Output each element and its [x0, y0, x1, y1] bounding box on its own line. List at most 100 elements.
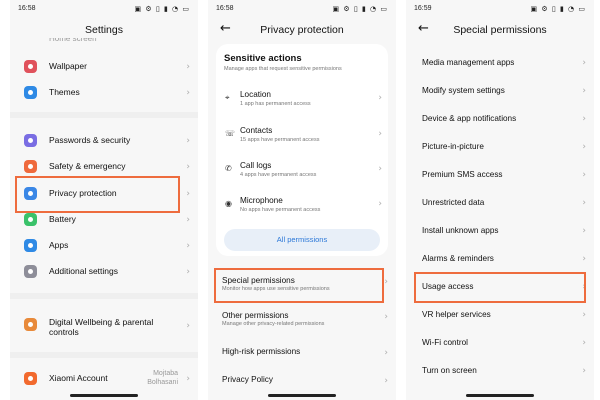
- perm-microphone[interactable]: ◉ Microphone No apps have permanent acce…: [216, 196, 388, 226]
- special-item-vr-helper[interactable]: VR helper services ›: [406, 302, 594, 330]
- special-item-unrestricted-data[interactable]: Unrestricted data ›: [406, 190, 594, 218]
- settings-item-wallpaper[interactable]: Wallpaper ›: [16, 54, 198, 80]
- row-title: Other permissions: [222, 311, 289, 320]
- scrolled-item-partial[interactable]: Home screen: [49, 38, 97, 43]
- row-other-permissions[interactable]: Other permissions Manage other privacy-r…: [208, 308, 396, 338]
- header: Settings: [10, 20, 198, 40]
- settings-item-digital-wellbeing[interactable]: Digital Wellbeing & parental controls ›: [16, 310, 198, 342]
- card-title: Sensitive actions: [224, 53, 302, 64]
- divider: [10, 352, 198, 358]
- apps-icon: [24, 239, 37, 252]
- perm-location[interactable]: ⌖ Location 1 app has permanent access ›: [216, 90, 388, 120]
- home-indicator[interactable]: [466, 394, 534, 397]
- item-label: Additional settings: [49, 266, 118, 276]
- settings-item-additional[interactable]: Additional settings ›: [16, 259, 198, 285]
- contacts-icon: ☏: [225, 129, 236, 138]
- chevron-right-icon: ›: [186, 374, 190, 384]
- settings-item-passwords[interactable]: Passwords & security ›: [16, 128, 198, 154]
- item-label: Media management apps: [422, 58, 515, 67]
- all-permissions-button[interactable]: All permissions: [224, 229, 380, 251]
- item-label: Install unknown apps: [422, 226, 499, 235]
- item-label: Apps: [49, 240, 69, 250]
- chevron-right-icon: ›: [582, 86, 586, 96]
- perm-subtitle: 4 apps have permanent access: [240, 172, 317, 178]
- chevron-right-icon: ›: [378, 199, 382, 209]
- special-item-alarms[interactable]: Alarms & reminders ›: [406, 246, 594, 274]
- header: ← Privacy protection: [208, 20, 396, 40]
- item-label: Themes: [49, 87, 80, 97]
- sensitive-actions-card: Sensitive actions Manage apps that reque…: [216, 44, 388, 256]
- status-time: 16:58: [216, 5, 234, 12]
- chevron-right-icon: ›: [582, 198, 586, 208]
- perm-contacts[interactable]: ☏ Contacts 15 apps have permanent access…: [216, 126, 388, 156]
- special-item-wifi-control[interactable]: Wi-Fi control ›: [406, 330, 594, 358]
- home-indicator[interactable]: [70, 394, 138, 397]
- settings-item-themes[interactable]: Themes ›: [16, 80, 198, 106]
- themes-icon: [24, 86, 37, 99]
- header: ← Special permissions: [406, 20, 594, 40]
- item-label: Battery: [49, 214, 76, 224]
- chevron-right-icon: ›: [384, 277, 388, 287]
- status-time: 16:58: [18, 5, 36, 12]
- special-item-media-management[interactable]: Media management apps ›: [406, 50, 594, 78]
- chevron-right-icon: ›: [186, 88, 190, 98]
- status-icons: ▣ ⚙ ▯ ▮ ◔ ▭: [332, 5, 388, 13]
- chevron-right-icon: ›: [378, 93, 382, 103]
- item-label: Xiaomi Account: [49, 373, 108, 383]
- row-title: Privacy Policy: [222, 375, 273, 384]
- special-item-modify-system[interactable]: Modify system settings ›: [406, 78, 594, 106]
- perm-subtitle: 1 app has permanent access: [240, 101, 311, 107]
- xiaomi-icon: [24, 372, 37, 385]
- chevron-right-icon: ›: [186, 321, 190, 331]
- special-permissions-screen: 16:59 ▣ ⚙ ▯ ▮ ◔ ▭ ← Special permissions …: [406, 0, 594, 400]
- chevron-right-icon: ›: [378, 129, 382, 139]
- special-item-pip[interactable]: Picture-in-picture ›: [406, 134, 594, 162]
- special-item-install-unknown[interactable]: Install unknown apps ›: [406, 218, 594, 246]
- item-label: Picture-in-picture: [422, 142, 484, 151]
- divider: [10, 112, 198, 118]
- digital-wellbeing-icon: [24, 318, 37, 331]
- item-label: Unrestricted data: [422, 198, 485, 207]
- microphone-icon: ◉: [225, 199, 232, 208]
- chevron-right-icon: ›: [378, 164, 382, 174]
- chevron-right-icon: ›: [582, 170, 586, 180]
- chevron-right-icon: ›: [582, 226, 586, 236]
- special-item-premium-sms[interactable]: Premium SMS access ›: [406, 162, 594, 190]
- special-item-notifications[interactable]: Device & app notifications ›: [406, 106, 594, 134]
- settings-item-xiaomi-account[interactable]: Xiaomi Account Mojtaba Bolhasani ›: [16, 366, 198, 392]
- status-icons: ▣ ⚙ ▯ ▮ ◔ ▭: [530, 5, 586, 13]
- account-name: Mojtaba Bolhasani: [147, 369, 178, 387]
- row-high-risk-permissions[interactable]: High-risk permissions ›: [208, 344, 396, 374]
- home-indicator[interactable]: [268, 394, 336, 397]
- perm-title: Call logs: [240, 161, 272, 170]
- chevron-right-icon: ›: [186, 267, 190, 277]
- item-label: Premium SMS access: [422, 170, 503, 179]
- safety-icon: [24, 160, 37, 173]
- item-label: Modify system settings: [422, 86, 505, 95]
- chevron-right-icon: ›: [582, 254, 586, 264]
- perm-title: Location: [240, 90, 271, 99]
- perm-call-logs[interactable]: ✆ Call logs 4 apps have permanent access…: [216, 161, 388, 191]
- row-title: High-risk permissions: [222, 347, 301, 356]
- item-label: Safety & emergency: [49, 161, 126, 171]
- item-label: VR helper services: [422, 310, 491, 319]
- divider: [10, 293, 198, 299]
- account-name-line-2: Bolhasani: [147, 379, 178, 386]
- chevron-right-icon: ›: [582, 310, 586, 320]
- row-subtitle: Manage other privacy-related permissions: [222, 321, 325, 327]
- item-label: Turn on screen: [422, 366, 477, 375]
- call-log-icon: ✆: [225, 164, 232, 173]
- item-label: Digital Wellbeing & parental controls: [49, 317, 154, 337]
- item-label: Wi-Fi control: [422, 338, 468, 347]
- special-item-turn-on-screen[interactable]: Turn on screen ›: [406, 358, 594, 386]
- item-label: Device & app notifications: [422, 114, 517, 123]
- wallpaper-icon: [24, 60, 37, 73]
- page-title: Privacy protection: [260, 24, 344, 36]
- passwords-icon: [24, 134, 37, 147]
- settings-item-apps[interactable]: Apps ›: [16, 233, 198, 259]
- location-icon: ⌖: [225, 93, 230, 102]
- chevron-right-icon: ›: [582, 58, 586, 68]
- card-subtitle: Manage apps that request sensitive permi…: [224, 66, 342, 72]
- chevron-right-icon: ›: [186, 241, 190, 251]
- highlight-special-permissions: [214, 268, 384, 303]
